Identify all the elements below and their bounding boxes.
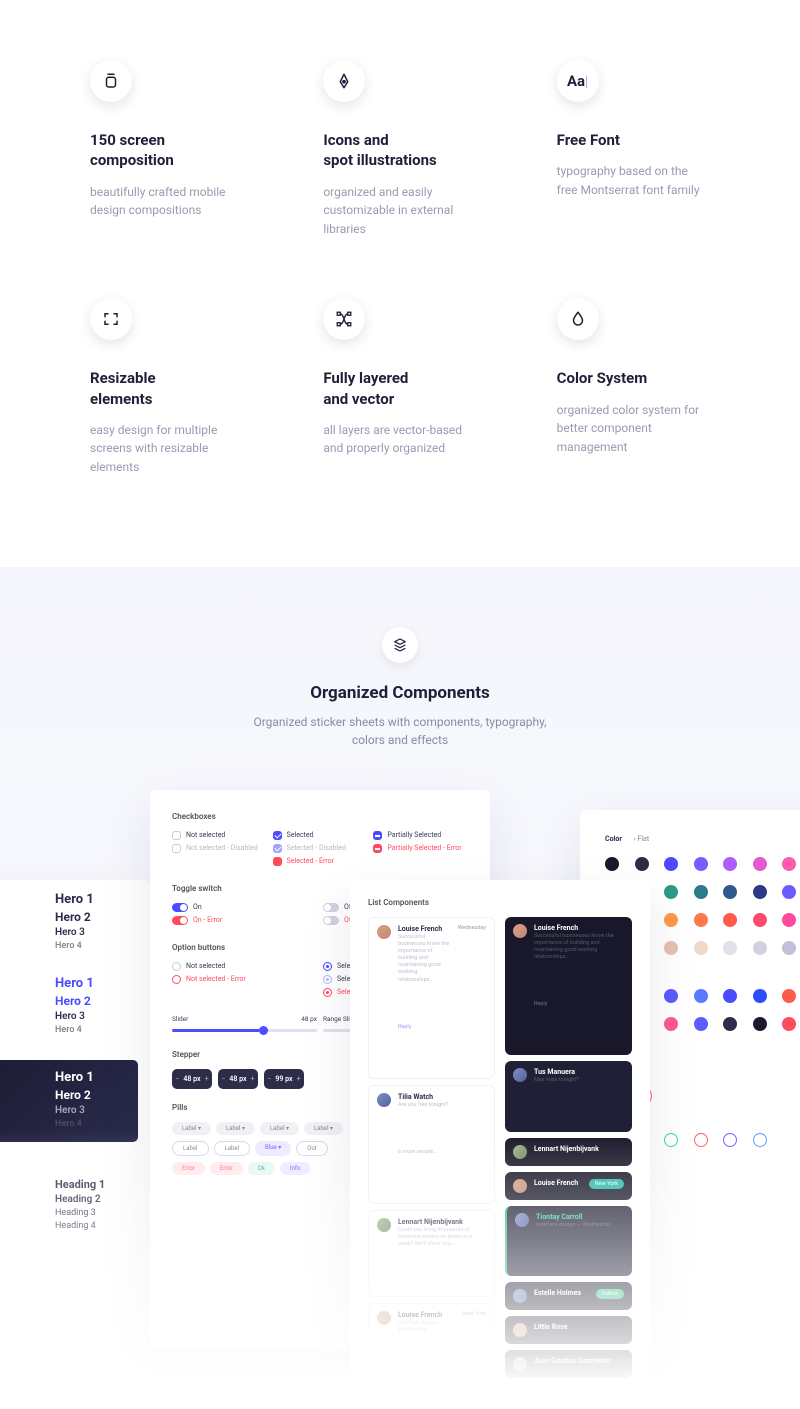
panel-list-components: List Components Louise FrenchSuccessful … — [350, 880, 650, 1409]
feature-title: Color System — [557, 368, 710, 388]
feature-layered-vector: Fully layered and vector all layers are … — [323, 298, 476, 476]
fade-overlay — [0, 1130, 800, 1409]
range-slider-example — [323, 1029, 468, 1032]
layers-icon — [382, 627, 418, 663]
panel-forms: Checkboxes Not selected Selected Partial… — [150, 790, 490, 1350]
drop-icon — [557, 298, 599, 340]
feature-title: Icons and spot illustrations — [323, 130, 476, 171]
pen-icon — [323, 60, 365, 102]
feature-title: Resizable elements — [90, 368, 243, 409]
feature-title: Fully layered and vector — [323, 368, 476, 409]
panel-typography: Hero 1Hero 2Hero 3Hero 4 Hero 1Hero 2Her… — [0, 880, 150, 1409]
font-icon: Aa| — [557, 60, 599, 102]
feature-title: 150 screen composition — [90, 130, 243, 171]
organized-subtitle: Organized sticker sheets with components… — [210, 713, 590, 750]
feature-desc: beautifully crafted mobile design compos… — [90, 183, 243, 220]
organized-title: Organized Components — [0, 683, 800, 703]
feature-icons-illustrations: Icons and spot illustrations organized a… — [323, 60, 476, 238]
preview-panels: Hero 1Hero 2Hero 3Hero 4 Hero 1Hero 2Her… — [0, 790, 800, 1409]
feature-resizable: Resizable elements easy design for multi… — [90, 298, 243, 476]
feature-desc: organized color system for better compon… — [557, 401, 710, 457]
organized-components-section: Organized Components Organized sticker s… — [0, 567, 800, 1409]
feature-desc: all layers are vector-based and properly… — [323, 421, 476, 458]
panel-color-palette: Color › Flat — [580, 810, 800, 1390]
resize-icon — [90, 298, 132, 340]
feature-title: Free Font — [557, 130, 710, 150]
slider-example — [172, 1029, 317, 1032]
jar-icon — [90, 60, 132, 102]
feature-screen-composition: 150 screen composition beautifully craft… — [90, 60, 243, 238]
feature-free-font: Aa| Free Font typography based on the fr… — [557, 60, 710, 238]
feature-desc: typography based on the free Montserrat … — [557, 162, 710, 199]
vector-icon — [323, 298, 365, 340]
feature-grid: 150 screen composition beautifully craft… — [0, 0, 800, 567]
feature-color-system: Color System organized color system for … — [557, 298, 710, 476]
feature-desc: organized and easily customizable in ext… — [323, 183, 476, 239]
feature-desc: easy design for multiple screens with re… — [90, 421, 243, 477]
